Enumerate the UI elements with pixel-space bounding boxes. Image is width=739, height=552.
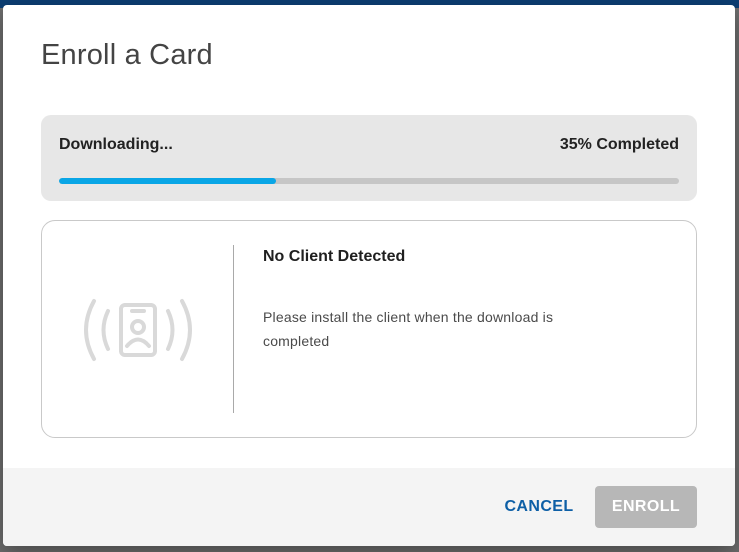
card-divider <box>233 245 234 413</box>
enroll-card-dialog: Enroll a Card Downloading... 35% Complet… <box>3 5 735 546</box>
progress-track <box>59 178 679 184</box>
client-status-message: Please install the client when the downl… <box>263 309 554 349</box>
progress-fill <box>59 178 276 184</box>
cancel-button[interactable]: CANCEL <box>483 486 595 528</box>
progress-status: Downloading... <box>59 136 173 153</box>
client-status-card: No Client Detected Please install the cl… <box>41 220 697 438</box>
download-progress-panel: Downloading... 35% Completed <box>41 115 697 201</box>
progress-percent: 35% Completed <box>559 136 679 153</box>
dialog-footer: CANCEL ENROLL <box>3 468 735 546</box>
enroll-button[interactable]: ENROLL <box>595 486 697 528</box>
dialog-title: Enroll a Card <box>41 39 213 71</box>
client-status-title: No Client Detected <box>263 248 406 265</box>
contactless-id-card-icon <box>82 293 194 367</box>
